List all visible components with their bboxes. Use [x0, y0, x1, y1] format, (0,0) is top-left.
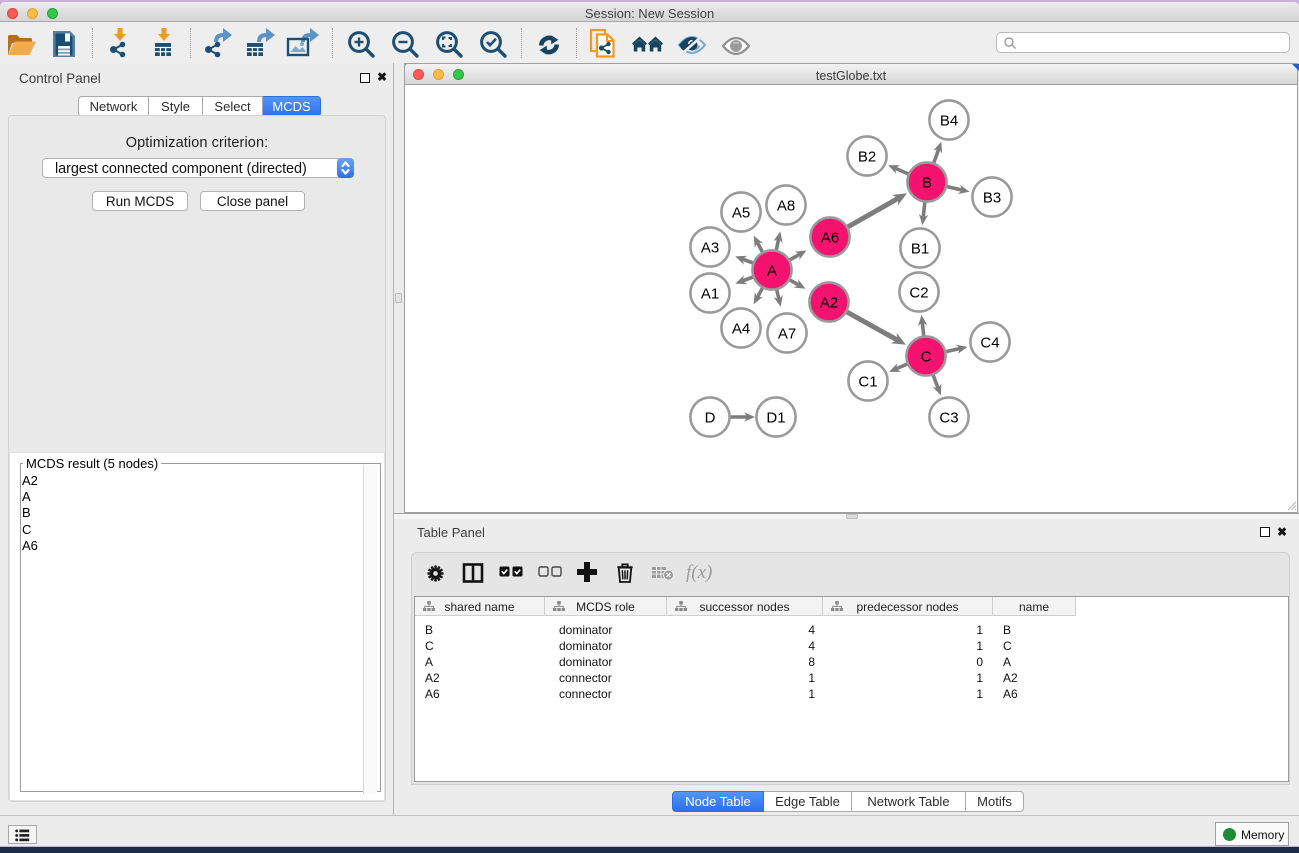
svg-text:C4: C4 [980, 334, 999, 351]
svg-text:C3: C3 [939, 409, 958, 426]
svg-text:B1: B1 [911, 240, 929, 257]
svg-text:A6: A6 [821, 229, 839, 246]
svg-text:A2: A2 [820, 294, 838, 311]
svg-text:B2: B2 [858, 148, 876, 165]
svg-text:B4: B4 [940, 112, 958, 129]
svg-text:A4: A4 [732, 320, 750, 337]
svg-text:A1: A1 [701, 285, 719, 302]
svg-text:A3: A3 [701, 239, 719, 256]
svg-text:C: C [921, 348, 932, 365]
svg-text:C2: C2 [909, 284, 928, 301]
svg-text:B: B [922, 174, 932, 191]
svg-text:D: D [705, 409, 716, 426]
svg-text:A: A [767, 262, 777, 279]
svg-text:B3: B3 [983, 189, 1001, 206]
svg-text:A5: A5 [732, 204, 750, 221]
svg-text:A7: A7 [778, 325, 796, 342]
svg-text:C1: C1 [858, 373, 877, 390]
svg-text:A8: A8 [777, 197, 795, 214]
svg-text:D1: D1 [766, 409, 785, 426]
